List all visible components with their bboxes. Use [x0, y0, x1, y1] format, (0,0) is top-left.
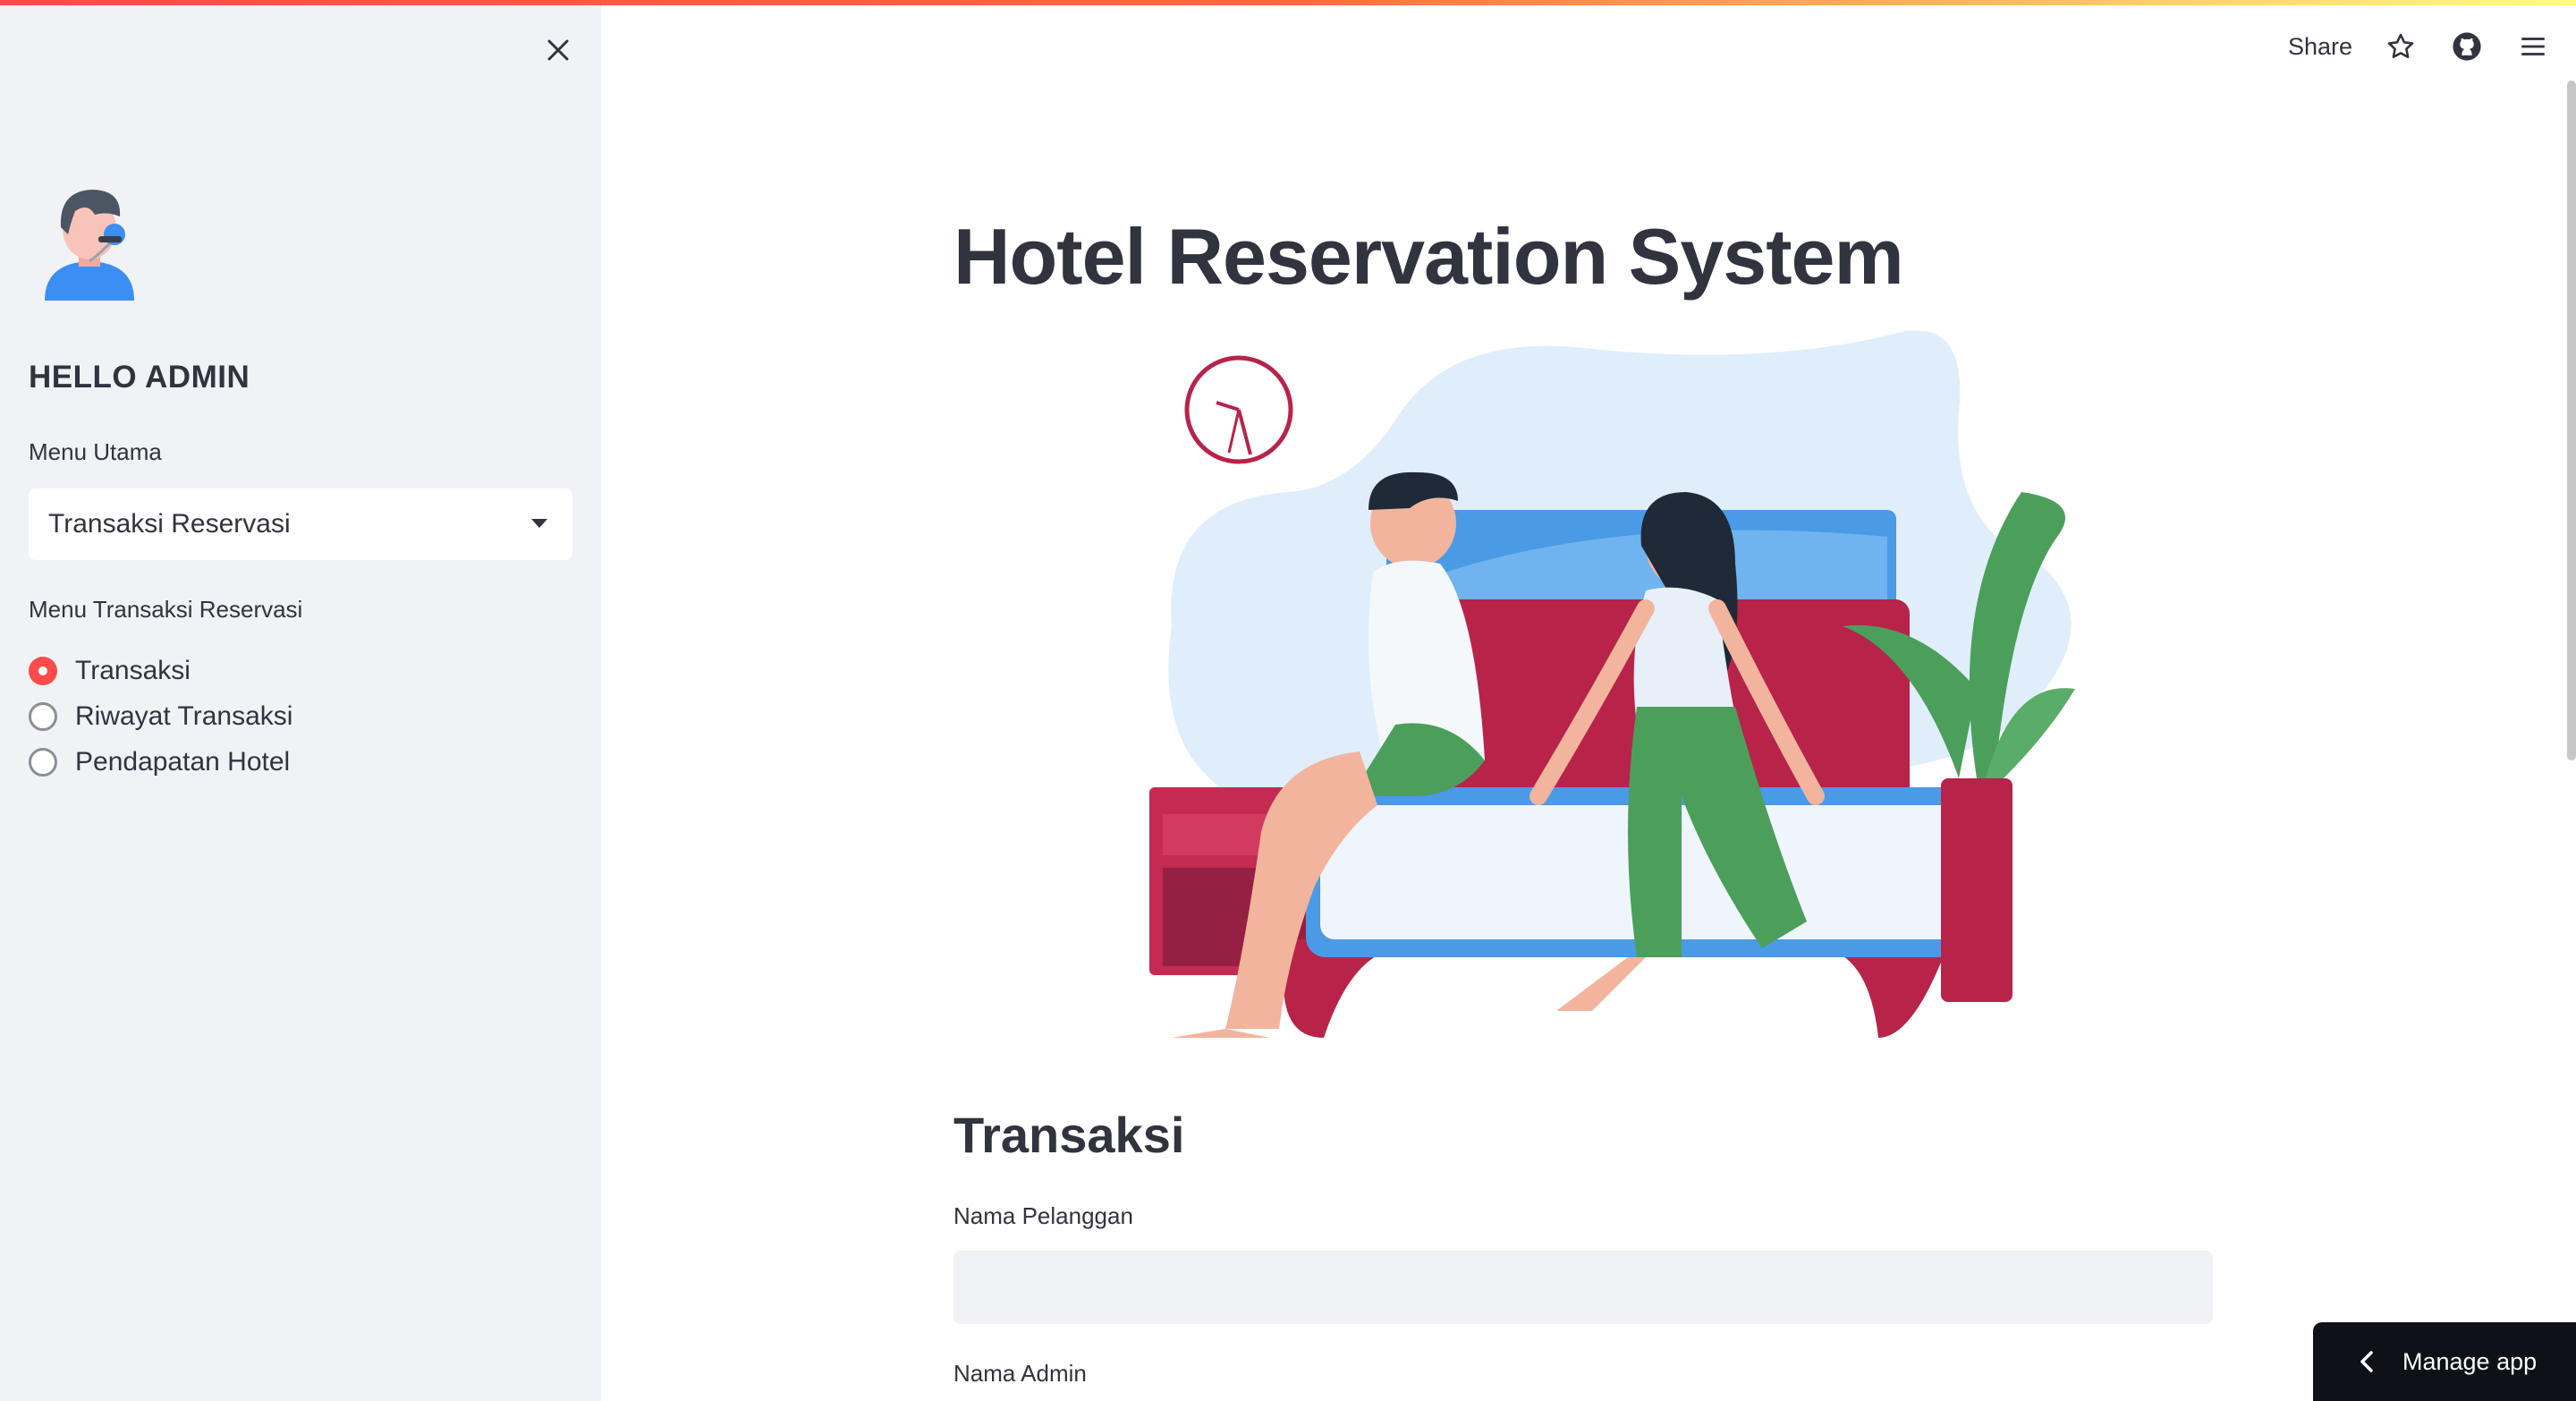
couple-on-bed-illustration: [1149, 331, 2075, 1038]
sub-menu-radio-group: Transaksi Riwayat Transaksi Pendapatan H…: [29, 648, 292, 785]
greeting-heading: HELLO ADMIN: [29, 360, 250, 395]
main-menu-label: Menu Utama: [29, 438, 162, 465]
radio-option-label: Riwayat Transaksi: [75, 700, 293, 731]
main-menu-select[interactable]: Transaksi Reservasi: [29, 488, 572, 560]
manage-app-label: Manage app: [2402, 1347, 2538, 1375]
close-icon: [547, 39, 569, 61]
sub-menu-label: Menu Transaksi Reservasi: [29, 596, 303, 623]
main-menu-selected-value: Transaksi Reservasi: [48, 509, 291, 539]
close-sidebar-button[interactable]: [540, 32, 576, 68]
scrollbar[interactable]: [2567, 81, 2576, 760]
github-icon[interactable]: [2449, 29, 2485, 64]
chevron-down-icon: [531, 519, 547, 528]
radio-option-label: Pendapatan Hotel: [75, 746, 291, 777]
chevron-left-icon: [2360, 1351, 2373, 1372]
admin-avatar: [45, 190, 134, 301]
radio-option-label: Transaksi: [75, 655, 191, 685]
radio-selected-icon: [29, 656, 57, 685]
manage-app-button[interactable]: Manage app: [2313, 1322, 2576, 1401]
star-icon[interactable]: [2383, 29, 2419, 64]
radio-option-transaksi[interactable]: Transaksi: [29, 648, 292, 693]
radio-option-riwayat-transaksi[interactable]: Riwayat Transaksi: [29, 693, 292, 739]
hamburger-menu-icon[interactable]: [2515, 29, 2551, 64]
radio-unselected-icon: [29, 747, 57, 777]
customer-name-input[interactable]: [953, 1251, 2213, 1324]
share-button[interactable]: Share: [2288, 33, 2352, 61]
radio-option-pendapatan-hotel[interactable]: Pendapatan Hotel: [29, 739, 292, 785]
sidebar: HELLO ADMIN Menu Utama Transaksi Reserva…: [0, 0, 601, 1401]
radio-unselected-icon: [29, 701, 57, 731]
admin-name-label: Nama Admin: [953, 1360, 1087, 1387]
top-accent-bar: [0, 0, 2576, 5]
header-toolbar: Share: [2288, 27, 2551, 66]
section-title-transaksi: Transaksi: [953, 1107, 1185, 1163]
customer-name-label: Nama Pelanggan: [953, 1202, 1133, 1229]
page-title: Hotel Reservation System: [953, 212, 1904, 301]
